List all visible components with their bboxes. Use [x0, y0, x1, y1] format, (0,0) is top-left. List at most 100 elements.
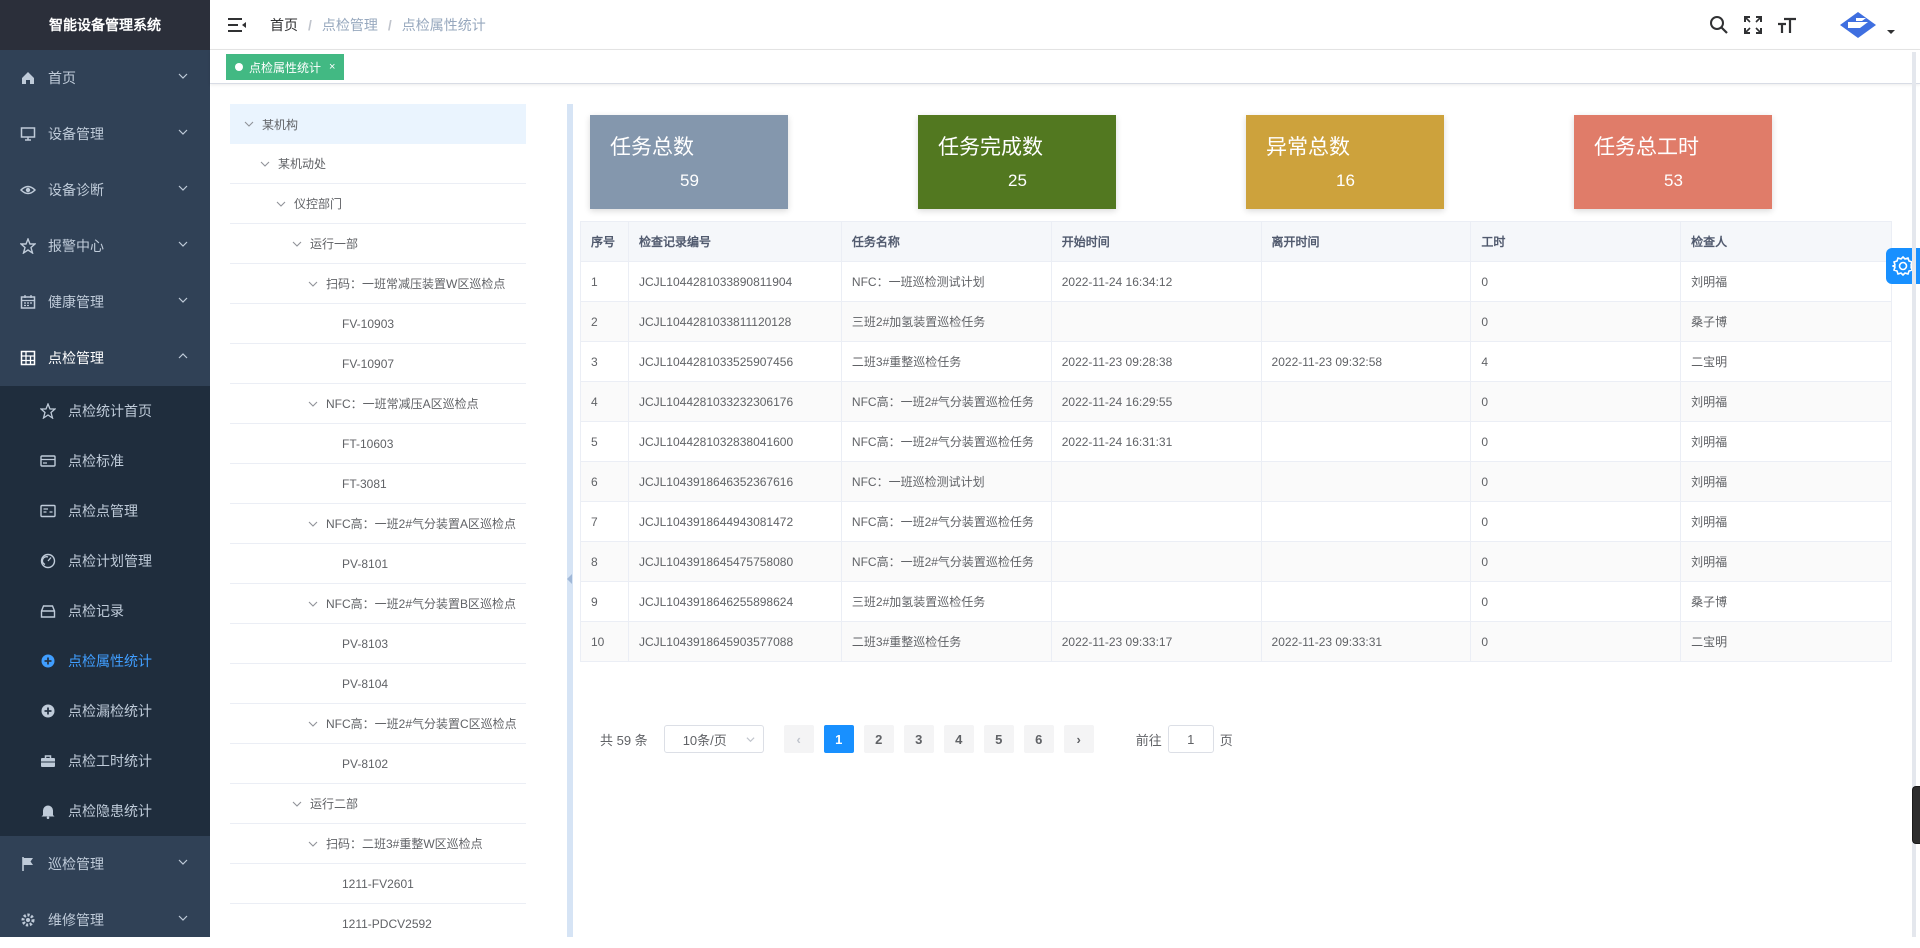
chevron-down-icon[interactable] — [292, 239, 302, 249]
fullscreen-icon[interactable] — [1742, 14, 1764, 36]
table-row[interactable]: 3 JCJL1044281033525907456 二班3#重整巡检任务 2022-1… — [580, 341, 1892, 382]
submenu-item[interactable]: 点检工时统计 — [0, 736, 210, 786]
table-cell: 刘明福 — [1680, 461, 1892, 502]
stat-card-value: 59 — [680, 171, 699, 190]
chevron-down-icon[interactable] — [308, 399, 318, 409]
table-cell: 2022-11-23 09:33:17 — [1051, 621, 1262, 662]
table-cell: 7 — [580, 501, 629, 542]
tree-node[interactable]: 运行一部 — [230, 224, 526, 264]
page-button[interactable]: 1 — [823, 725, 854, 753]
tree-node[interactable]: NFC高：一班2#气分装置C区巡检点 — [230, 704, 526, 744]
chevron-down-icon[interactable] — [292, 799, 302, 809]
breadcrumb-home[interactable]: 首页 — [270, 15, 298, 35]
page-button[interactable]: 3 — [903, 725, 934, 753]
tree-node[interactable]: 某机构 — [230, 104, 526, 144]
chevron-down-icon[interactable] — [276, 199, 286, 209]
chevron-down-icon[interactable] — [244, 119, 254, 129]
chevron-down-icon[interactable] — [308, 719, 318, 729]
table-row[interactable]: 6 JCJL1043918646352367616 NFC：一班巡检测试计划 0 刘明福 — [580, 461, 1892, 502]
chevron-down-icon[interactable] — [308, 599, 318, 609]
tree-node-label: 运行一部 — [310, 237, 359, 251]
sidebar-item[interactable]: 健康管理 — [0, 274, 210, 330]
submenu-item[interactable]: 点检属性统计 — [0, 636, 210, 686]
tree-node[interactable]: FT-10603 — [230, 424, 526, 464]
font-size-icon[interactable] — [1776, 14, 1798, 36]
hamburger-icon[interactable] — [228, 17, 246, 33]
tree-node[interactable]: 1211-FV2601 — [230, 864, 526, 904]
next-page-button[interactable]: › — [1063, 725, 1094, 753]
table-row[interactable]: 2 JCJL1044281033811120128 三班2#加氢装置巡检任务 0 桑子博 — [580, 301, 1892, 342]
tree-node[interactable]: 扫码：二班3#重整W区巡检点 — [230, 824, 526, 864]
submenu-item[interactable]: 点检漏检统计 — [0, 686, 210, 736]
tree-node[interactable]: 仪控部门 — [230, 184, 526, 224]
sidebar-item[interactable]: 报警中心 — [0, 218, 210, 274]
submenu-item[interactable]: 点检计划管理 — [0, 536, 210, 586]
page-button[interactable]: 5 — [983, 725, 1014, 753]
page-button[interactable]: 4 — [943, 725, 974, 753]
tree-node[interactable]: 1211-PDCV2592 — [230, 904, 526, 937]
tree-node[interactable]: FV-10907 — [230, 344, 526, 384]
tree-node[interactable]: PV-8103 — [230, 624, 526, 664]
table-row[interactable]: 10 JCJL1043918645903577088 二班3#重整巡检任务 2022-… — [580, 621, 1892, 662]
table-cell: 4 — [1470, 341, 1682, 382]
tree-node[interactable]: NFC高：一班2#气分装置B区巡检点 — [230, 584, 526, 624]
table-cell: 9 — [580, 581, 629, 622]
submenu-item[interactable]: 点检记录 — [0, 586, 210, 636]
navbar-right — [1708, 0, 1920, 50]
stat-card-title: 任务总工时 — [1594, 136, 1699, 159]
goto-suffix: 页 — [1219, 732, 1233, 748]
tree-node[interactable]: NFC：一班常减压A区巡检点 — [230, 384, 526, 424]
tree-node[interactable]: 扫码：一班常减压装置W区巡检点 — [230, 264, 526, 304]
submenu-item[interactable]: 点检点管理 — [0, 486, 210, 536]
submenu-item[interactable]: 点检标准 — [0, 436, 210, 486]
stat-card-title: 任务完成数 — [938, 136, 1043, 159]
tree-node[interactable]: 某机动处 — [230, 144, 526, 184]
chevron-down-icon[interactable] — [308, 519, 318, 529]
table-row[interactable]: 4 JCJL1044281033232306176 NFC高：一班2#气分装置巡检任… — [580, 381, 1892, 422]
splitter[interactable] — [567, 104, 573, 937]
tree-node[interactable]: FV-10903 — [230, 304, 526, 344]
chevron-down-icon[interactable] — [260, 159, 270, 169]
table-row[interactable]: 5 JCJL1044281032838041600 NFC高：一班2#气分装置巡检任… — [580, 421, 1892, 462]
sidebar-item[interactable]: 首页 — [0, 50, 210, 106]
sidebar-item[interactable]: 设备管理 — [0, 106, 210, 162]
table-row[interactable]: 9 JCJL1043918646255898624 三班2#加氢装置巡检任务 0 桑子博 — [580, 581, 1892, 622]
submenu-item[interactable]: 点检统计首页 — [0, 386, 210, 436]
page-button[interactable]: 2 — [863, 725, 894, 753]
sidebar-item[interactable]: 点检管理 — [0, 330, 210, 386]
chevron-down-icon[interactable] — [308, 839, 318, 849]
submenu-item-label: 点检点管理 — [68, 503, 138, 519]
table-row[interactable]: 7 JCJL1043918644943081472 NFC高：一班2#气分装置巡检任… — [580, 501, 1892, 542]
sidebar-item[interactable]: 维修管理 — [0, 892, 210, 948]
collapse-arrow-icon[interactable] — [567, 574, 572, 584]
tree-node[interactable]: FT-3081 — [230, 464, 526, 504]
submenu-item[interactable]: 点检隐患统计 — [0, 786, 210, 836]
table-cell: 6 — [580, 461, 629, 502]
table-cell: 2022-11-24 16:29:55 — [1051, 381, 1262, 422]
chevron-down-icon[interactable] — [308, 279, 318, 289]
avatar[interactable] — [1838, 10, 1878, 40]
page-button[interactable]: 6 — [1023, 725, 1054, 753]
tree-node[interactable]: PV-8104 — [230, 664, 526, 704]
sidebar-item[interactable]: 设备诊断 — [0, 162, 210, 218]
records-table: 序号 检查记录编号 任务名称 开始时间 离开时间 工时 检查人 1 JCJL104428103… — [580, 221, 1892, 662]
close-icon[interactable]: × — [329, 61, 335, 73]
table-row[interactable]: 1 JCJL1044281033890811904 NFC：一班巡检测试计划 2022… — [580, 261, 1892, 302]
tree-node[interactable]: 运行二部 — [230, 784, 526, 824]
tree-node[interactable]: NFC高：一班2#气分装置A区巡检点 — [230, 504, 526, 544]
table-header: 序号 检查记录编号 任务名称 开始时间 离开时间 工时 检查人 — [580, 221, 1892, 262]
page-size-select[interactable]: 10条/页 — [663, 725, 764, 753]
prev-page-button[interactable]: ‹ — [783, 725, 814, 753]
table-row[interactable]: 8 JCJL1043918645475758080 NFC高：一班2#气分装置巡检任… — [580, 541, 1892, 582]
id-card-icon — [40, 503, 56, 519]
tree-node[interactable]: PV-8101 — [230, 544, 526, 584]
table-cell: JCJL1044281033525907456 — [628, 341, 842, 382]
tree-node[interactable]: PV-8102 — [230, 744, 526, 784]
tag-active[interactable]: 点检属性统计 × — [226, 54, 345, 80]
sidebar-item[interactable]: 巡检管理 — [0, 836, 210, 892]
chevron-down-icon — [178, 241, 188, 247]
edge-widget[interactable] — [1912, 786, 1920, 844]
goto-page-input[interactable]: 1 — [1167, 725, 1214, 753]
caret-down-icon[interactable] — [1886, 27, 1896, 37]
search-icon[interactable] — [1708, 14, 1730, 36]
